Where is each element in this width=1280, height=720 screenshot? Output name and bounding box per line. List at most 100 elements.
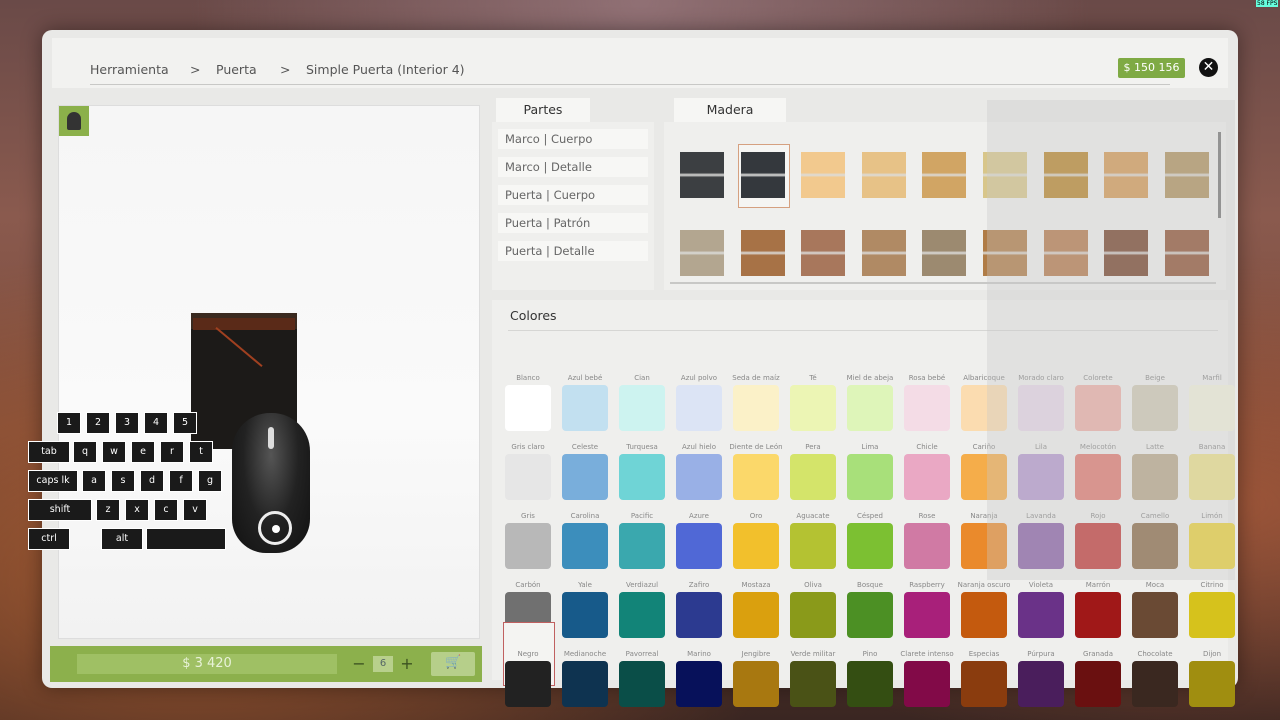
color-label: Púrpura bbox=[1027, 650, 1055, 658]
quantity-field[interactable]: 6 bbox=[373, 656, 393, 672]
color-label: Mostaza bbox=[741, 581, 771, 589]
color-label: Violeta bbox=[1028, 581, 1054, 589]
color-swatch[interactable] bbox=[562, 661, 608, 707]
part-item-puerta-detalle[interactable]: Puerta | Detalle bbox=[498, 241, 648, 261]
item-preview[interactable] bbox=[58, 105, 480, 639]
tab-madera[interactable]: Madera bbox=[674, 98, 786, 122]
key-f: f bbox=[169, 470, 193, 492]
color-swatch[interactable] bbox=[562, 454, 608, 500]
color-swatch[interactable] bbox=[1132, 592, 1178, 638]
color-swatch[interactable] bbox=[1189, 592, 1235, 638]
color-swatch[interactable] bbox=[733, 661, 779, 707]
color-label: Seda de maíz bbox=[732, 374, 780, 382]
color-label: Pavorreal bbox=[625, 650, 659, 658]
close-icon[interactable]: ✕ bbox=[1199, 58, 1218, 77]
color-swatch[interactable] bbox=[790, 592, 836, 638]
color-swatch[interactable] bbox=[505, 454, 551, 500]
wood-swatch[interactable] bbox=[680, 152, 724, 198]
color-swatch[interactable] bbox=[676, 661, 722, 707]
mouse-dot bbox=[272, 525, 280, 533]
color-swatch[interactable] bbox=[733, 523, 779, 569]
color-swatch[interactable] bbox=[733, 454, 779, 500]
color-swatch[interactable] bbox=[505, 661, 551, 707]
color-label: Aguacate bbox=[796, 512, 830, 520]
color-swatch[interactable] bbox=[1132, 661, 1178, 707]
increase-quantity-button[interactable]: + bbox=[400, 654, 414, 674]
color-swatch[interactable] bbox=[847, 661, 893, 707]
key-tab: tab bbox=[28, 441, 70, 463]
color-label: Miel de abeja bbox=[846, 374, 894, 382]
color-swatch[interactable] bbox=[904, 385, 950, 431]
color-swatch[interactable] bbox=[1189, 661, 1235, 707]
color-swatch[interactable] bbox=[676, 385, 722, 431]
color-swatch[interactable] bbox=[847, 592, 893, 638]
color-swatch[interactable] bbox=[904, 523, 950, 569]
wood-swatch[interactable] bbox=[861, 230, 906, 276]
key-x: x bbox=[125, 499, 149, 521]
decrease-quantity-button[interactable]: − bbox=[352, 654, 366, 674]
color-swatch[interactable] bbox=[733, 385, 779, 431]
breadcrumb-item-puerta[interactable]: Puerta bbox=[216, 62, 257, 77]
wood-swatch[interactable] bbox=[922, 230, 967, 276]
key-z: z bbox=[96, 499, 120, 521]
color-swatch[interactable] bbox=[619, 592, 665, 638]
key-v: v bbox=[183, 499, 207, 521]
color-swatch[interactable] bbox=[847, 454, 893, 500]
color-swatch[interactable] bbox=[505, 523, 551, 569]
mouse-icon bbox=[232, 413, 310, 553]
color-label: Raspberry bbox=[909, 581, 945, 589]
wood-swatch[interactable] bbox=[801, 152, 846, 198]
color-swatch[interactable] bbox=[619, 385, 665, 431]
color-label: Azul hielo bbox=[682, 443, 716, 451]
color-swatch[interactable] bbox=[790, 523, 836, 569]
color-swatch[interactable] bbox=[790, 661, 836, 707]
color-label: Yale bbox=[578, 581, 592, 589]
key-c: c bbox=[154, 499, 178, 521]
cart-icon[interactable] bbox=[431, 652, 475, 676]
breadcrumb-item-current: Simple Puerta (Interior 4) bbox=[306, 62, 465, 77]
part-item-puerta-patron[interactable]: Puerta | Patrón bbox=[498, 213, 648, 233]
color-swatch[interactable] bbox=[676, 454, 722, 500]
wood-swatch[interactable] bbox=[922, 152, 967, 198]
color-label: Pino bbox=[862, 650, 878, 658]
color-swatch[interactable] bbox=[961, 592, 1007, 638]
color-swatch[interactable] bbox=[619, 661, 665, 707]
color-swatch[interactable] bbox=[562, 385, 608, 431]
color-swatch[interactable] bbox=[619, 454, 665, 500]
wood-swatch[interactable] bbox=[801, 230, 846, 276]
breadcrumb: Herramienta > Puerta > Simple Puerta (In… bbox=[90, 62, 1170, 85]
breadcrumb-separator: > bbox=[280, 62, 291, 77]
color-swatch[interactable] bbox=[562, 592, 608, 638]
wood-swatch[interactable] bbox=[740, 152, 785, 198]
part-item-puerta-cuerpo[interactable]: Puerta | Cuerpo bbox=[498, 185, 648, 205]
color-label: Rose bbox=[918, 512, 936, 520]
color-swatch[interactable] bbox=[847, 385, 893, 431]
color-swatch[interactable] bbox=[1018, 592, 1064, 638]
wood-swatch[interactable] bbox=[680, 230, 724, 276]
color-swatch[interactable] bbox=[790, 454, 836, 500]
wood-swatch[interactable] bbox=[740, 230, 785, 276]
wood-swatch[interactable] bbox=[861, 152, 906, 198]
color-swatch[interactable] bbox=[733, 592, 779, 638]
color-swatch[interactable] bbox=[1075, 592, 1121, 638]
color-swatch[interactable] bbox=[676, 523, 722, 569]
color-swatch[interactable] bbox=[904, 661, 950, 707]
color-swatch[interactable] bbox=[790, 385, 836, 431]
color-swatch[interactable] bbox=[619, 523, 665, 569]
color-swatch[interactable] bbox=[1018, 661, 1064, 707]
colors-title: Colores bbox=[510, 308, 557, 323]
color-swatch[interactable] bbox=[505, 385, 551, 431]
color-swatch[interactable] bbox=[562, 523, 608, 569]
part-item-marco-cuerpo[interactable]: Marco | Cuerpo bbox=[498, 129, 648, 149]
color-swatch[interactable] bbox=[1075, 661, 1121, 707]
color-swatch[interactable] bbox=[904, 592, 950, 638]
avatar-icon[interactable] bbox=[59, 106, 89, 136]
tab-partes[interactable]: Partes bbox=[496, 98, 590, 122]
color-swatch[interactable] bbox=[961, 661, 1007, 707]
part-item-marco-detalle[interactable]: Marco | Detalle bbox=[498, 157, 648, 177]
breadcrumb-item-herramienta[interactable]: Herramienta bbox=[90, 62, 169, 77]
key-s: s bbox=[111, 470, 135, 492]
color-swatch[interactable] bbox=[904, 454, 950, 500]
color-swatch[interactable] bbox=[676, 592, 722, 638]
color-swatch[interactable] bbox=[847, 523, 893, 569]
